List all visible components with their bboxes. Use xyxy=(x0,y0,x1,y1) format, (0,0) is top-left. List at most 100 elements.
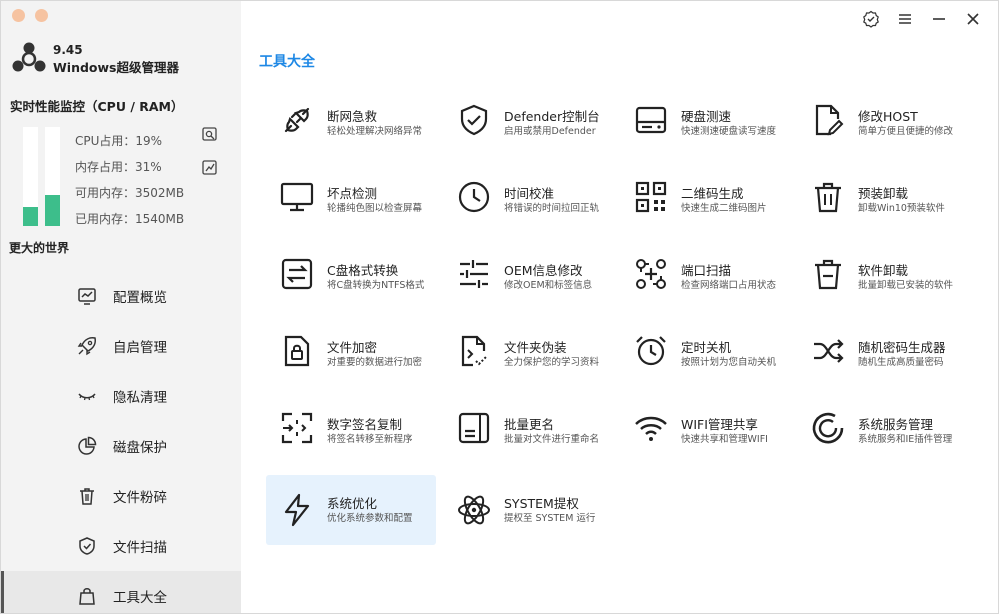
tool-title: 预装卸载 xyxy=(858,186,909,201)
usage-bars xyxy=(23,127,60,226)
tool-desc: 修改OEM和标签信息 xyxy=(504,280,593,291)
window-dot-close[interactable] xyxy=(12,9,25,22)
tool-signature-copy[interactable]: 数字签名复制 将签名转移至新程序 xyxy=(266,389,436,459)
sidebar-nav: 配置概览 自启管理 隐私清理 磁盘保护 文件粉碎 文件扫描 工具大全 xyxy=(1,271,241,613)
close-button[interactable] xyxy=(956,9,990,29)
ram-usage-text: 内存占用：31% xyxy=(75,160,162,174)
tool-system-elevate[interactable]: SYSTEM提权 提权至 SYSTEM 运行 xyxy=(443,475,613,545)
tool-format-convert[interactable]: C盘格式转换 将C盘转换为NTFS格式 xyxy=(266,235,436,305)
tool-desc: 轮播纯色图以检查屏幕 xyxy=(327,203,423,214)
tool-disk-speed[interactable]: 硬盘测速 快速测速硬盘读写速度 xyxy=(620,81,790,151)
app-window: 9.45 Windows超级管理器 实时性能监控（CPU / RAM） CPU占… xyxy=(0,0,999,614)
tool-desc: 优化系统参数和配置 xyxy=(327,513,413,524)
monitor-title: 实时性能监控（CPU / RAM） xyxy=(10,99,184,114)
tool-title: 二维码生成 xyxy=(681,186,744,201)
menu-button[interactable] xyxy=(888,9,922,29)
cpu-detail-icon[interactable] xyxy=(201,126,219,144)
tool-wifi-share[interactable]: WIFI管理共享 快速共享和管理WIFI xyxy=(620,389,790,459)
tool-title: 修改HOST xyxy=(858,109,918,124)
tool-folder-disguise[interactable]: 文件夹伪装 全力保护您的学习资料 xyxy=(443,312,613,382)
app-version: 9.45 xyxy=(53,43,83,57)
tool-port-scan[interactable]: 端口扫描 检查网络端口占用状态 xyxy=(620,235,790,305)
tool-title: 随机密码生成器 xyxy=(858,340,946,355)
atom-icon xyxy=(458,495,490,525)
available-memory-text: 可用内存：3502MB xyxy=(75,186,185,200)
qr-code-icon xyxy=(635,181,667,213)
shield-check-icon xyxy=(460,104,488,136)
tool-service-manager[interactable]: 系统服务管理 系统服务和IE插件管理 xyxy=(797,389,967,459)
ram-usage-bar xyxy=(45,127,60,226)
sidebar-item-toolbox[interactable]: 工具大全 xyxy=(1,571,241,613)
sidebar-item-file-scan[interactable]: 文件扫描 xyxy=(1,521,241,571)
hard-drive-icon xyxy=(635,106,667,134)
sidebar-item-label: 磁盘保护 xyxy=(113,440,167,456)
sidebar-item-label: 工具大全 xyxy=(113,590,167,606)
lightning-icon xyxy=(284,493,310,527)
sidebar-item-label: 文件粉碎 xyxy=(113,490,167,506)
rocket-icon xyxy=(77,337,96,356)
rename-icon xyxy=(458,412,490,444)
tool-batch-rename[interactable]: 批量更名 批量对文件进行重命名 xyxy=(443,389,613,459)
monitor-icon xyxy=(280,182,314,212)
tool-dead-pixel[interactable]: 坏点检测 轮播纯色图以检查屏幕 xyxy=(266,158,436,228)
tool-title: 文件夹伪装 xyxy=(504,340,567,355)
sidebar-item-label: 自启管理 xyxy=(113,340,167,356)
service-icon xyxy=(812,412,844,444)
trash-icon xyxy=(80,488,94,505)
port-scan-icon xyxy=(636,259,666,289)
tool-network-repair[interactable]: 断网急救 轻松处理解决网络异常 xyxy=(266,81,436,151)
tool-desc: 系统服务和IE插件管理 xyxy=(858,434,953,445)
cpu-usage-text: CPU占用：19% xyxy=(75,134,163,148)
tool-desc: 将错误的时间拉回正轨 xyxy=(504,203,600,214)
sidebar-item-startup[interactable]: 自启管理 xyxy=(1,321,241,371)
tool-title: 硬盘测速 xyxy=(681,109,732,124)
tool-desc: 将C盘转换为NTFS格式 xyxy=(327,280,425,291)
tool-password-generator[interactable]: 随机密码生成器 随机生成高质量密码 xyxy=(797,312,967,382)
tool-title: 断网急救 xyxy=(327,109,378,124)
tool-defender[interactable]: Defender控制台 启用或禁用Defender xyxy=(443,81,613,151)
tool-oem-info[interactable]: OEM信息修改 修改OEM和标签信息 xyxy=(443,235,613,305)
tool-desc: 启用或禁用Defender xyxy=(504,126,596,137)
minimize-button[interactable] xyxy=(922,9,956,29)
tool-title: 定时关机 xyxy=(681,340,732,355)
tool-edit-hosts[interactable]: 修改HOST 简单方便且便捷的修改 xyxy=(797,81,967,151)
tool-title: 软件卸载 xyxy=(858,263,909,278)
main-content: 工具大全 断网急救 轻松处理解决网络异常 Defender控制台 启用或禁用De… xyxy=(241,1,998,613)
tool-desc: 检查网络端口占用状态 xyxy=(681,280,777,291)
pie-chart-icon xyxy=(78,436,97,455)
sidebar-item-shredder[interactable]: 文件粉碎 xyxy=(1,471,241,521)
tool-title: WIFI管理共享 xyxy=(681,417,758,432)
clock-icon xyxy=(458,181,490,213)
file-lock-icon xyxy=(284,335,310,367)
sidebar-item-label: 文件扫描 xyxy=(113,540,167,556)
tool-qr-code[interactable]: 二维码生成 快速生成二维码图片 xyxy=(620,158,790,228)
alarm-icon xyxy=(636,336,666,366)
tool-desc: 按照计划为您自动关机 xyxy=(681,357,777,368)
tool-title: 端口扫描 xyxy=(681,263,732,278)
sidebar-item-disk-protect[interactable]: 磁盘保护 xyxy=(1,421,241,471)
menu-icon xyxy=(899,14,911,24)
sidebar-item-overview[interactable]: 配置概览 xyxy=(1,271,241,321)
tool-preinstalled-uninstall[interactable]: 预装卸载 卸载Win10预装软件 xyxy=(797,158,967,228)
tool-desc: 批量卸载已安装的软件 xyxy=(858,280,954,291)
tool-scheduled-shutdown[interactable]: 定时关机 按照计划为您自动关机 xyxy=(620,312,790,382)
tool-system-optimize[interactable]: 系统优化 优化系统参数和配置 xyxy=(266,475,436,545)
tool-software-uninstall[interactable]: 软件卸载 批量卸载已安装的软件 xyxy=(797,235,967,305)
sidebar-item-privacy[interactable]: 隐私清理 xyxy=(1,371,241,421)
window-dot-minimize[interactable] xyxy=(35,9,48,22)
wifi-icon xyxy=(635,416,667,441)
tool-title: 文件加密 xyxy=(327,340,378,355)
plug-icon xyxy=(284,107,310,133)
tool-desc: 将签名转移至新程序 xyxy=(327,434,413,445)
brand: 9.45 Windows超级管理器 xyxy=(11,41,179,77)
bag-icon xyxy=(79,588,95,605)
app-name: Windows超级管理器 xyxy=(53,60,179,75)
tool-title: 数字签名复制 xyxy=(327,417,403,432)
used-memory-text: 已用内存：1540MB xyxy=(75,212,185,226)
ram-detail-icon[interactable] xyxy=(201,159,219,177)
close-icon xyxy=(967,13,979,25)
tool-file-encrypt[interactable]: 文件加密 对重要的数据进行加密 xyxy=(266,312,436,382)
badge-check-button[interactable] xyxy=(854,9,888,29)
tool-title: 系统优化 xyxy=(327,496,378,511)
tool-time-sync[interactable]: 时间校准 将错误的时间拉回正轨 xyxy=(443,158,613,228)
